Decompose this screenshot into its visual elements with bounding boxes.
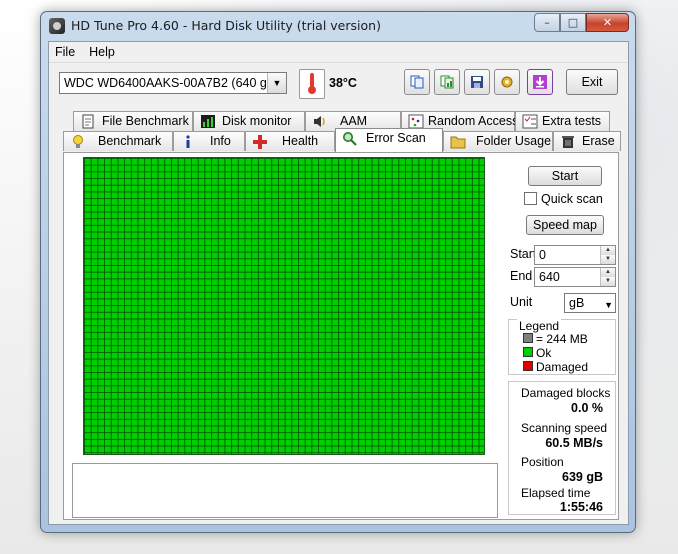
minimize-button[interactable]: – xyxy=(534,13,560,32)
options-icon xyxy=(501,76,513,88)
speaker-icon xyxy=(314,116,325,127)
health-cross-icon xyxy=(253,135,267,149)
thermometer-icon xyxy=(299,69,325,99)
chevron-down-icon[interactable]: ▼ xyxy=(267,73,286,93)
toolbar: WDC WD6400AAKS-00A7B2 (640 gB) ▼ 38°C Ex… xyxy=(49,63,628,111)
damaged-blocks-label: Damaged blocks xyxy=(521,386,611,400)
tab-disk-monitor[interactable]: Disk monitor xyxy=(193,111,305,131)
temperature-readout: 38°C xyxy=(329,76,357,90)
start-spinner[interactable]: ▲ ▼ xyxy=(600,246,615,264)
position-label: Position xyxy=(521,455,564,469)
tab-info[interactable]: Info xyxy=(173,131,245,151)
menu-file[interactable]: File xyxy=(55,45,75,59)
start-input[interactable]: 0 ▲ ▼ xyxy=(534,245,616,265)
drive-select-value: WDC WD6400AAKS-00A7B2 (640 gB) xyxy=(64,76,280,90)
checklist-icon xyxy=(522,114,538,129)
legend-row-ok: Ok xyxy=(523,346,551,360)
download-icon xyxy=(533,75,547,89)
drive-select[interactable]: WDC WD6400AAKS-00A7B2 (640 gB) ▼ xyxy=(59,72,287,94)
start-input-value: 0 xyxy=(539,248,546,262)
tab-file-benchmark[interactable]: File Benchmark xyxy=(73,111,193,131)
menu-bar: File Help xyxy=(49,42,628,63)
save-screenshot-button[interactable] xyxy=(464,69,490,95)
grid-dots-icon xyxy=(408,114,424,129)
file-icon xyxy=(82,114,94,129)
legend-title: Legend xyxy=(517,319,562,333)
start-field-label: Start xyxy=(510,247,537,261)
position-value: 639 gB xyxy=(562,470,603,484)
quick-scan-label: Quick scan xyxy=(541,192,603,206)
start-button[interactable]: Start xyxy=(528,166,602,186)
bar-chart-icon xyxy=(201,115,215,128)
spin-up-icon[interactable]: ▲ xyxy=(601,268,615,277)
elapsed-time-value: 1:55:46 xyxy=(559,500,603,514)
trash-icon xyxy=(562,136,574,148)
red-swatch xyxy=(523,361,533,371)
copy-text-button[interactable] xyxy=(404,69,430,95)
spin-down-icon[interactable]: ▼ xyxy=(601,255,615,264)
maximize-button[interactable]: □ xyxy=(560,13,586,32)
scan-log-box[interactable] xyxy=(72,463,498,518)
quick-scan-option[interactable]: Quick scan xyxy=(524,192,603,206)
tab-folder-usage[interactable]: Folder Usage xyxy=(443,131,553,151)
grey-swatch xyxy=(523,333,533,343)
maximize-icon: □ xyxy=(567,16,579,29)
scan-stats-group: Damaged blocks 0.0 % Scanning speed 60.5… xyxy=(508,381,616,515)
end-field-label: End xyxy=(510,269,533,283)
tab-strip: File Benchmark Disk monitor AAM Random A… xyxy=(63,111,621,155)
unit-select[interactable]: gB ▼ xyxy=(564,293,616,313)
legend-ok-text: Ok xyxy=(536,346,552,360)
tab-extra-tests[interactable]: Extra tests xyxy=(515,111,610,131)
spin-up-icon[interactable]: ▲ xyxy=(601,246,615,255)
save-icon xyxy=(471,76,483,88)
unit-label: Unit xyxy=(510,295,533,309)
speed-map-button[interactable]: Speed map xyxy=(526,215,604,235)
scan-block-map xyxy=(83,157,485,455)
copy-icon xyxy=(410,75,424,89)
client-area: File Help WDC WD6400AAKS-00A7B2 (640 gB)… xyxy=(48,41,629,525)
window-title: HD Tune Pro 4.60 - Hard Disk Utility (tr… xyxy=(71,18,381,33)
app-icon xyxy=(49,18,65,34)
end-input-value: 640 xyxy=(539,270,560,284)
close-icon: ✕ xyxy=(602,16,613,29)
tab-benchmark[interactable]: Benchmark xyxy=(63,131,173,151)
error-scan-panel: Start Quick scan Speed map Start 0 ▲ ▼ En… xyxy=(63,152,619,520)
legend-block-size-text: = 244 MB xyxy=(536,332,588,346)
damaged-blocks-value: 0.0 % xyxy=(571,401,603,415)
minimize-icon: – xyxy=(544,16,550,29)
copy-screenshot-button[interactable] xyxy=(434,69,460,95)
caption-buttons: – □ ✕ xyxy=(534,13,629,32)
folder-icon xyxy=(450,136,466,149)
elapsed-time-label: Elapsed time xyxy=(521,486,591,500)
tab-erase[interactable]: Erase xyxy=(553,131,621,151)
legend-damaged-text: Damaged xyxy=(536,360,589,374)
copy-chart-icon xyxy=(440,75,454,89)
menu-help[interactable]: Help xyxy=(89,45,115,59)
green-swatch xyxy=(523,347,533,357)
chevron-down-icon[interactable]: ▼ xyxy=(604,296,613,314)
title-bar[interactable]: HD Tune Pro 4.60 - Hard Disk Utility (tr… xyxy=(41,12,635,40)
info-icon xyxy=(186,135,190,148)
exit-button[interactable]: Exit xyxy=(566,69,618,95)
tab-error-scan[interactable]: Error Scan xyxy=(335,128,443,152)
end-spinner[interactable]: ▲ ▼ xyxy=(600,268,615,286)
legend-row-block-size: = 244 MB xyxy=(523,332,588,346)
end-input[interactable]: 640 ▲ ▼ xyxy=(534,267,616,287)
unit-select-value: gB xyxy=(569,296,585,310)
scanning-speed-value: 60.5 MB/s xyxy=(545,436,603,450)
download-button[interactable] xyxy=(527,69,553,95)
quick-scan-checkbox[interactable] xyxy=(524,192,537,205)
app-window: HD Tune Pro 4.60 - Hard Disk Utility (tr… xyxy=(40,11,636,533)
spin-down-icon[interactable]: ▼ xyxy=(601,277,615,286)
legend-group: Legend = 244 MB Ok Damaged xyxy=(508,319,616,375)
lightbulb-icon xyxy=(73,135,83,148)
magnifier-icon xyxy=(343,132,357,146)
tab-health[interactable]: Health xyxy=(245,131,335,151)
close-button[interactable]: ✕ xyxy=(586,13,629,32)
options-button[interactable] xyxy=(494,69,520,95)
legend-row-damaged: Damaged xyxy=(523,360,588,374)
scanning-speed-label: Scanning speed xyxy=(521,421,608,435)
